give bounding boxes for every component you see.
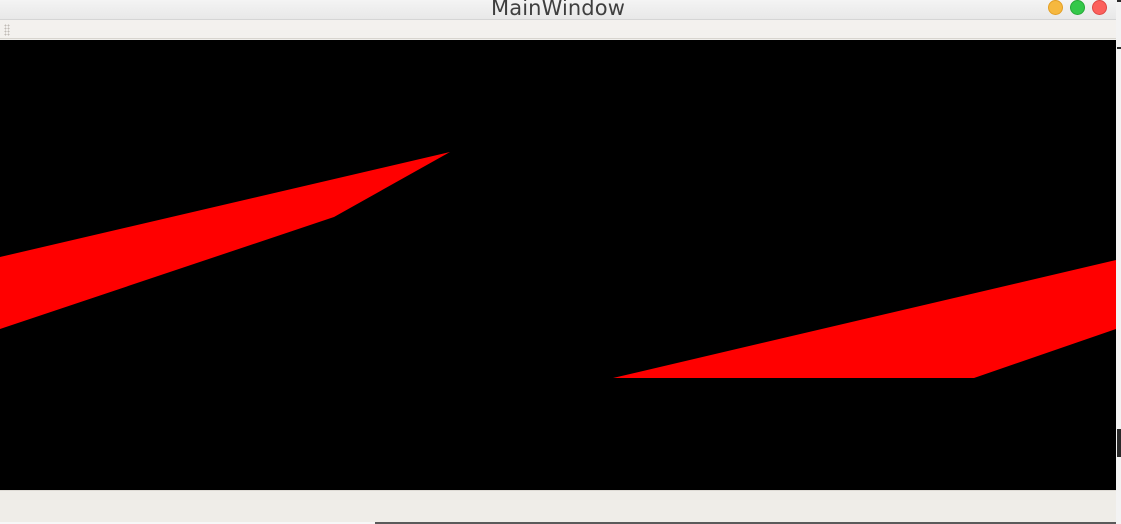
- title-bar[interactable]: MainWindow: [0, 0, 1116, 20]
- drawing-canvas[interactable]: [0, 40, 1116, 490]
- right-red-shape: [613, 260, 1116, 378]
- maximize-window-icon[interactable]: [1070, 0, 1085, 15]
- main-window: MainWindow: [0, 0, 1116, 524]
- status-bar: [0, 490, 1116, 524]
- window-title: MainWindow: [491, 0, 625, 20]
- desktop-edge-mark: [1117, 0, 1121, 2]
- minimize-window-icon[interactable]: [1048, 0, 1063, 15]
- canvas-svg: [0, 152, 1116, 378]
- background-desktop-edge: [1116, 0, 1121, 524]
- desktop-edge-mark: [1117, 47, 1121, 49]
- close-window-icon[interactable]: [1092, 0, 1107, 15]
- toolbar: [0, 20, 1116, 39]
- window-controls: [1048, 0, 1110, 15]
- left-red-shape: [0, 152, 450, 329]
- desktop-edge-mark: [1117, 429, 1121, 457]
- toolbar-grip-icon[interactable]: [4, 24, 10, 36]
